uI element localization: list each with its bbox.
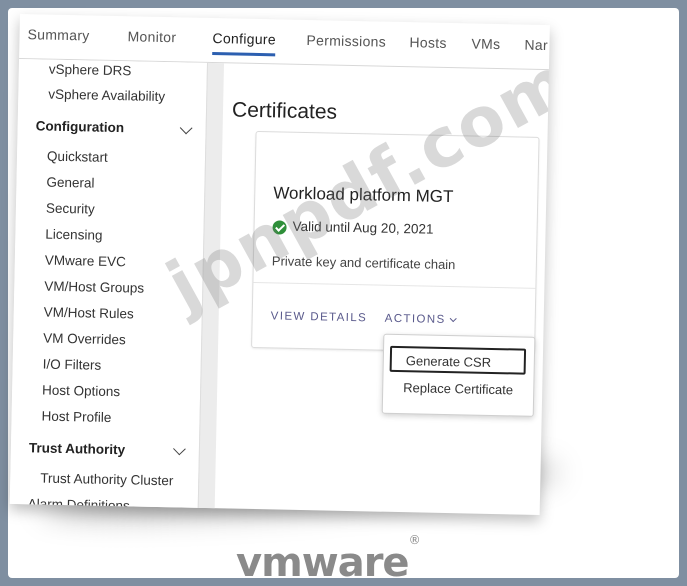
actions-label: ACTIONS — [384, 312, 446, 326]
card-title: Workload platform MGT — [273, 183, 454, 207]
sidebar-item-vm-overrides[interactable]: VM Overrides — [43, 331, 126, 348]
sidebar-item-vmware-evc[interactable]: VMware EVC — [45, 253, 126, 270]
sidebar-section-trust-authority[interactable]: Trust Authority — [29, 440, 126, 457]
sidebar-item-host-options[interactable]: Host Options — [42, 383, 120, 400]
sidebar: vSphere DRS vSphere Availability Configu… — [9, 58, 208, 513]
tab-vms[interactable]: VMs — [471, 35, 500, 52]
sidebar-item-host-profile[interactable]: Host Profile — [41, 409, 111, 425]
certificate-card: Workload platform MGT Valid until Aug 20… — [251, 130, 540, 354]
sidebar-item-trust-authority-cluster[interactable]: Trust Authority Cluster — [40, 471, 173, 489]
menu-item-replace-certificate[interactable]: Replace Certificate — [389, 375, 526, 404]
card-description: Private key and certificate chain — [271, 253, 456, 273]
tab-permissions[interactable]: Permissions — [306, 32, 386, 50]
sidebar-item-licensing[interactable]: Licensing — [45, 227, 102, 243]
sidebar-item-vsphere-availability[interactable]: vSphere Availability — [48, 87, 165, 104]
tab-hosts[interactable]: Hosts — [409, 34, 447, 51]
tab-monitor[interactable]: Monitor — [127, 28, 176, 45]
actions-dropdown-menu: Generate CSR Replace Certificate — [381, 333, 536, 417]
registered-mark: ® — [408, 532, 421, 547]
vsphere-screen: Summary Monitor Configure Permissions Ho… — [9, 14, 550, 515]
sidebar-item-security[interactable]: Security — [46, 201, 95, 217]
status-text: Valid until Aug 20, 2021 — [292, 218, 434, 237]
sidebar-item-quickstart[interactable]: Quickstart — [47, 149, 108, 165]
sidebar-item-vsphere-drs[interactable]: vSphere DRS — [49, 62, 132, 79]
chevron-down-icon[interactable] — [173, 442, 186, 456]
actions-menu-button[interactable]: ACTIONS — [384, 312, 457, 326]
chevron-down-icon — [449, 315, 457, 323]
logo-text: vmware — [236, 540, 410, 586]
page-title: Certificates — [231, 98, 338, 124]
vmware-logo: vmware® — [236, 533, 421, 586]
sidebar-item-vm-host-rules[interactable]: VM/Host Rules — [44, 305, 134, 322]
menu-item-generate-csr[interactable]: Generate CSR — [389, 345, 527, 375]
sidebar-item-vm-host-groups[interactable]: VM/Host Groups — [44, 279, 144, 296]
sidebar-item-general[interactable]: General — [46, 175, 94, 191]
tab-summary[interactable]: Summary — [27, 26, 89, 43]
card-divider — [253, 281, 536, 289]
chevron-down-icon[interactable] — [179, 121, 193, 135]
tab-configure[interactable]: Configure — [212, 30, 276, 47]
sidebar-item-io-filters[interactable]: I/O Filters — [43, 357, 102, 373]
tab-networks[interactable]: Nar — [524, 37, 548, 53]
sidebar-section-configuration[interactable]: Configuration — [36, 118, 125, 135]
check-circle-icon — [272, 220, 287, 235]
view-details-link[interactable]: VIEW DETAILS — [271, 310, 368, 324]
